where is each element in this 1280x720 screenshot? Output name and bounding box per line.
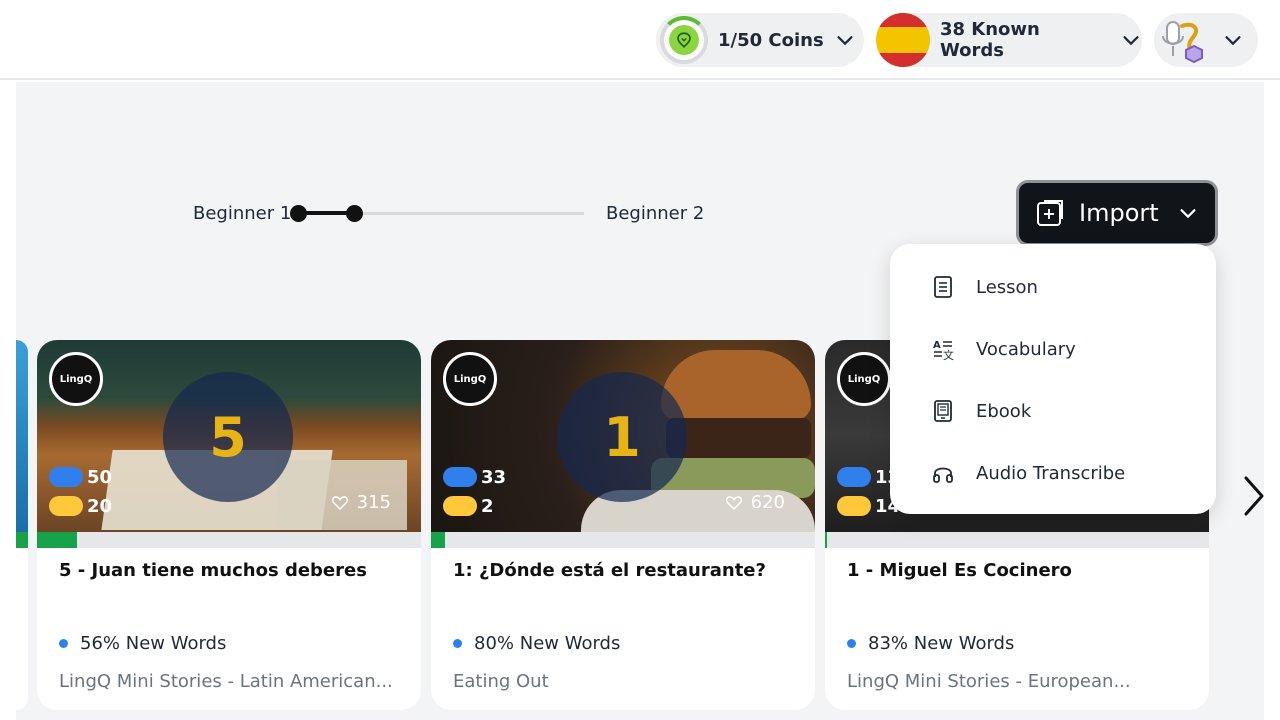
new-words: 83% New Words [847, 633, 1014, 654]
headphones-icon [933, 467, 953, 483]
progress-fill [37, 532, 77, 548]
blue-count-value: 50 [87, 466, 113, 488]
menu-item-label: Audio Transcribe [976, 462, 1126, 484]
chevron-right-icon[interactable] [1240, 474, 1268, 518]
new-words-label: 83% New Words [868, 633, 1015, 654]
microphone-avatar-icon [1162, 21, 1203, 64]
partial-card[interactable] [16, 340, 28, 710]
import-button[interactable]: Import [1016, 180, 1218, 246]
lesson-progress-bar [37, 532, 421, 548]
new-words-dot [453, 639, 462, 648]
lesson-card[interactable]: LingQ 1 33 2 620 1: ¿Dónde está el resta… [431, 340, 815, 710]
level-to-label: Beginner 2 [606, 203, 705, 224]
progress-fill [431, 532, 445, 548]
avatar [1158, 16, 1206, 64]
blue-word-count: 33 [443, 466, 507, 488]
yellow-count-value: 2 [481, 495, 494, 517]
level-slider-min-handle[interactable] [290, 205, 307, 222]
menu-item-lesson[interactable]: Lesson [890, 256, 1216, 318]
new-words-label: 80% New Words [474, 633, 621, 654]
svg-text:文: 文 [943, 348, 954, 361]
likes: 315 [331, 492, 391, 513]
menu-item-audio-transcribe[interactable]: Audio Transcribe [890, 442, 1216, 504]
lesson-title[interactable]: 5 - Juan tiene muchos deberes [59, 560, 367, 581]
level-from-label: Beginner 1 [193, 203, 292, 224]
ebook-icon [934, 400, 952, 422]
svg-text:A: A [933, 340, 941, 351]
lingq-logo: LingQ [49, 352, 103, 406]
lesson-progress-bar [431, 532, 815, 548]
coins-button[interactable]: 1/50 Coins [656, 13, 864, 67]
lesson-number: 5 [163, 372, 293, 502]
menu-item-ebook[interactable]: Ebook [890, 380, 1216, 442]
new-words-dot [847, 639, 856, 648]
coins-label: 1/50 Coins [718, 29, 824, 51]
likes: 620 [725, 492, 785, 513]
menu-item-vocabulary[interactable]: A文 Vocabulary [890, 318, 1216, 380]
chevron-down-icon [1225, 36, 1241, 46]
lesson-title[interactable]: 1: ¿Dónde está el restaurante? [453, 560, 766, 581]
course-name[interactable]: Eating Out [453, 671, 793, 692]
lesson-card[interactable]: LingQ 5 50 20 315 5 - Juan tiene muchos … [37, 340, 421, 710]
heart-icon [725, 495, 742, 510]
menu-item-label: Ebook [976, 400, 1032, 422]
level-slider-max-handle[interactable] [346, 205, 363, 222]
yellow-count-value: 20 [87, 495, 113, 517]
import-dropdown-menu: Lesson A文 Vocabulary Ebook Audio Transcr… [890, 244, 1216, 514]
new-words: 80% New Words [453, 633, 620, 654]
known-words-label: 38 Known Words [939, 19, 1040, 61]
likes-count: 620 [750, 492, 785, 513]
profile-menu-button[interactable] [1154, 13, 1258, 67]
translate-icon: A文 [933, 340, 954, 361]
chevron-down-icon [1123, 36, 1139, 46]
coin-progress-ring [660, 16, 708, 64]
lesson-title[interactable]: 1 - Miguel Es Cocinero [847, 560, 1072, 581]
blue-count-value: 33 [481, 466, 507, 488]
yellow-word-count: 20 [49, 495, 113, 517]
top-bar: 1/50 Coins 38 Known Words [0, 0, 1280, 80]
import-label: Import [1079, 199, 1159, 227]
yellow-word-count: 2 [443, 495, 494, 517]
course-name[interactable]: LingQ Mini Stories - Latin American... [59, 671, 399, 692]
new-words-dot [59, 639, 68, 648]
progress-fill [825, 532, 827, 548]
course-name[interactable]: LingQ Mini Stories - European... [847, 671, 1187, 692]
blue-word-count: 50 [49, 466, 113, 488]
likes-count: 315 [356, 492, 391, 513]
new-words-label: 56% New Words [80, 633, 227, 654]
chevron-down-icon [837, 36, 853, 46]
spain-flag-icon [876, 13, 930, 67]
new-words: 56% New Words [59, 633, 226, 654]
lesson-progress-bar [825, 532, 1209, 548]
lesson-number: 1 [557, 372, 687, 502]
menu-item-label: Vocabulary [976, 338, 1076, 360]
heart-icon [331, 495, 348, 510]
known-words-button[interactable]: 38 Known Words [876, 13, 1142, 67]
lingq-logo: LingQ [443, 352, 497, 406]
import-plus-icon [1037, 200, 1063, 226]
lingq-logo: LingQ [837, 352, 891, 406]
menu-item-label: Lesson [976, 276, 1038, 298]
chevron-down-icon [1180, 209, 1196, 219]
document-icon [934, 276, 952, 298]
coin-icon [669, 25, 699, 55]
